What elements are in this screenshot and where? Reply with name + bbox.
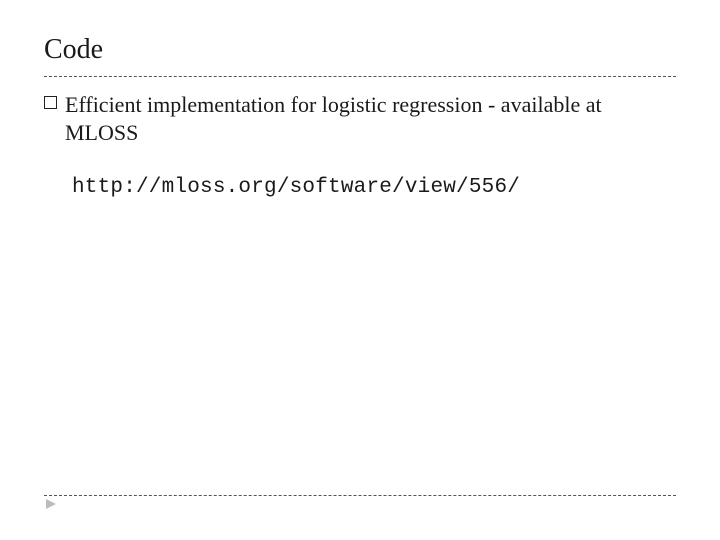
slide: Code Efficient implementation for logist…: [0, 0, 720, 540]
slide-body: Efficient implementation for logistic re…: [44, 77, 676, 199]
slide-title: Code: [44, 34, 676, 74]
divider-bottom: [44, 495, 676, 496]
bullet-text: Efficient implementation for logistic re…: [65, 91, 676, 146]
square-bullet-icon: [44, 96, 57, 109]
bullet-item: Efficient implementation for logistic re…: [44, 91, 676, 146]
code-url: http://mloss.org/software/view/556/: [72, 176, 676, 199]
footer-arrow-icon: [44, 497, 58, 516]
